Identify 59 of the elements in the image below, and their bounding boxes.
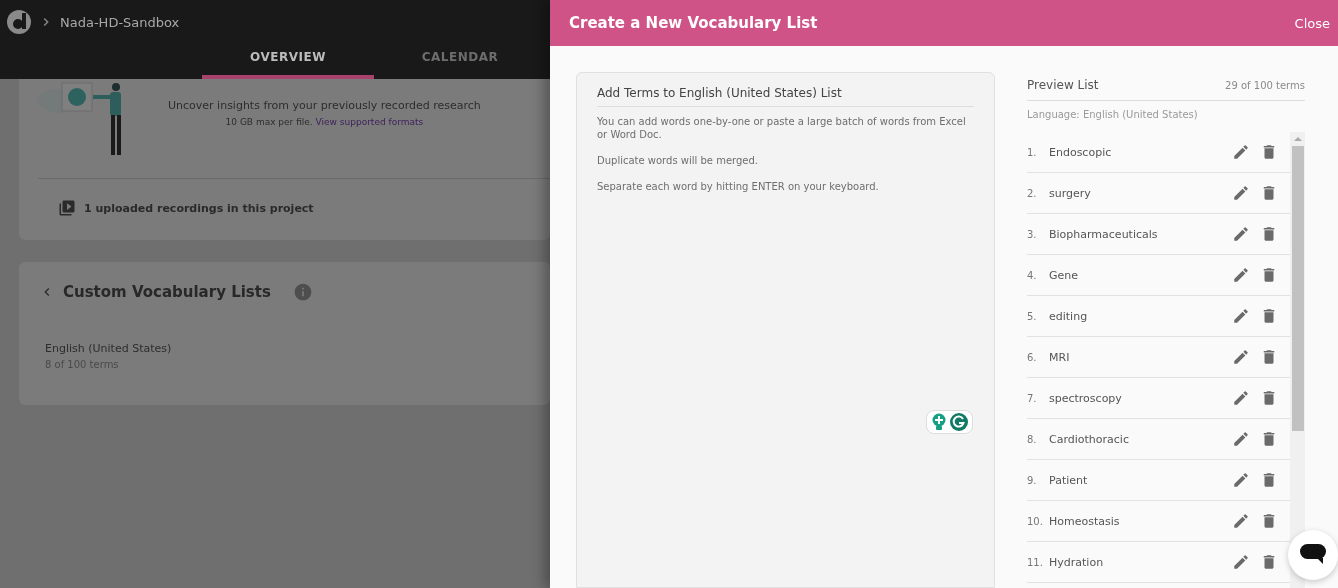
- logo-icon[interactable]: [6, 9, 32, 35]
- term-text: Gene: [1049, 268, 1080, 282]
- scrollbar[interactable]: [1290, 132, 1305, 588]
- term-number: 8.: [1027, 433, 1038, 445]
- edit-icon[interactable]: [1232, 348, 1250, 366]
- chat-button[interactable]: [1288, 530, 1338, 580]
- g-icon: [950, 413, 968, 431]
- term-text: Endoscopic: [1049, 145, 1113, 159]
- grammar-widget[interactable]: [926, 410, 973, 434]
- close-button[interactable]: Close: [1294, 15, 1330, 31]
- chat-icon: [1300, 544, 1326, 566]
- section-title: Custom Vocabulary Lists: [63, 283, 271, 301]
- term-text: Biopharmaceuticals: [1049, 227, 1159, 241]
- edit-icon[interactable]: [1232, 512, 1250, 530]
- edit-icon[interactable]: [1232, 307, 1250, 325]
- term-number: 3.: [1027, 228, 1038, 240]
- term-number: 11.: [1027, 556, 1044, 568]
- input-title: Add Terms to English (United States) List: [597, 86, 974, 107]
- term-number: 10.: [1027, 515, 1044, 527]
- project-name[interactable]: Nada-HD-Sandbox: [60, 14, 180, 30]
- edit-icon[interactable]: [1232, 389, 1250, 407]
- language-label: Language: English (United States): [1027, 109, 1199, 120]
- preview-title: Preview List: [1027, 78, 1099, 92]
- edit-icon[interactable]: [1232, 225, 1250, 243]
- nav-tab[interactable]: CALENDAR: [374, 38, 546, 79]
- term-text: Homeostasis: [1049, 514, 1121, 528]
- formats-link[interactable]: View supported formats: [315, 117, 424, 127]
- edit-icon[interactable]: [1232, 430, 1250, 448]
- term-text: surgery: [1049, 186, 1092, 200]
- edit-icon[interactable]: [1232, 553, 1250, 571]
- term-text: editing: [1049, 309, 1089, 323]
- term-number: 9.: [1027, 474, 1038, 486]
- video-library-icon: [58, 199, 76, 217]
- upload-headline: Uncover insights from your previously recorded research: [168, 99, 481, 112]
- hint-text: Duplicate words will be merged.: [597, 154, 759, 167]
- upload-note: 10 GB max per file. View supported formats: [225, 117, 424, 127]
- term-text: spectroscopy: [1049, 391, 1123, 405]
- term-number: 4.: [1027, 269, 1038, 281]
- edit-icon[interactable]: [1232, 143, 1250, 161]
- term-text: Cardiothoracic: [1049, 432, 1130, 446]
- edit-icon[interactable]: [1232, 184, 1250, 202]
- hint-text: Separate each word by hitting ENTER on your keyboard.: [597, 180, 880, 193]
- recordings-count: 1 uploaded recordings in this project: [84, 201, 314, 215]
- lightbulb-icon: [931, 413, 947, 431]
- term-number: 5.: [1027, 310, 1038, 322]
- term-text: MRI: [1049, 350, 1071, 364]
- term-text: Hydration: [1049, 555, 1105, 569]
- term-number: 6.: [1027, 351, 1038, 363]
- edit-icon[interactable]: [1232, 266, 1250, 284]
- edit-icon[interactable]: [1232, 471, 1250, 489]
- term-number: 7.: [1027, 392, 1038, 404]
- term-number: 1.: [1027, 146, 1038, 158]
- term-number: 2.: [1027, 187, 1038, 199]
- terms-input-field[interactable]: [576, 72, 995, 588]
- list-name[interactable]: English (United States): [45, 342, 550, 355]
- term-text: Patient: [1049, 473, 1089, 487]
- term-count: 29 of 100 terms: [1225, 79, 1305, 91]
- drawer-title: Create a New Vocabulary List: [569, 14, 818, 32]
- hint-text: You can add words one-by-one or paste a large batch of words from Excel or Word Doc.: [597, 115, 967, 141]
